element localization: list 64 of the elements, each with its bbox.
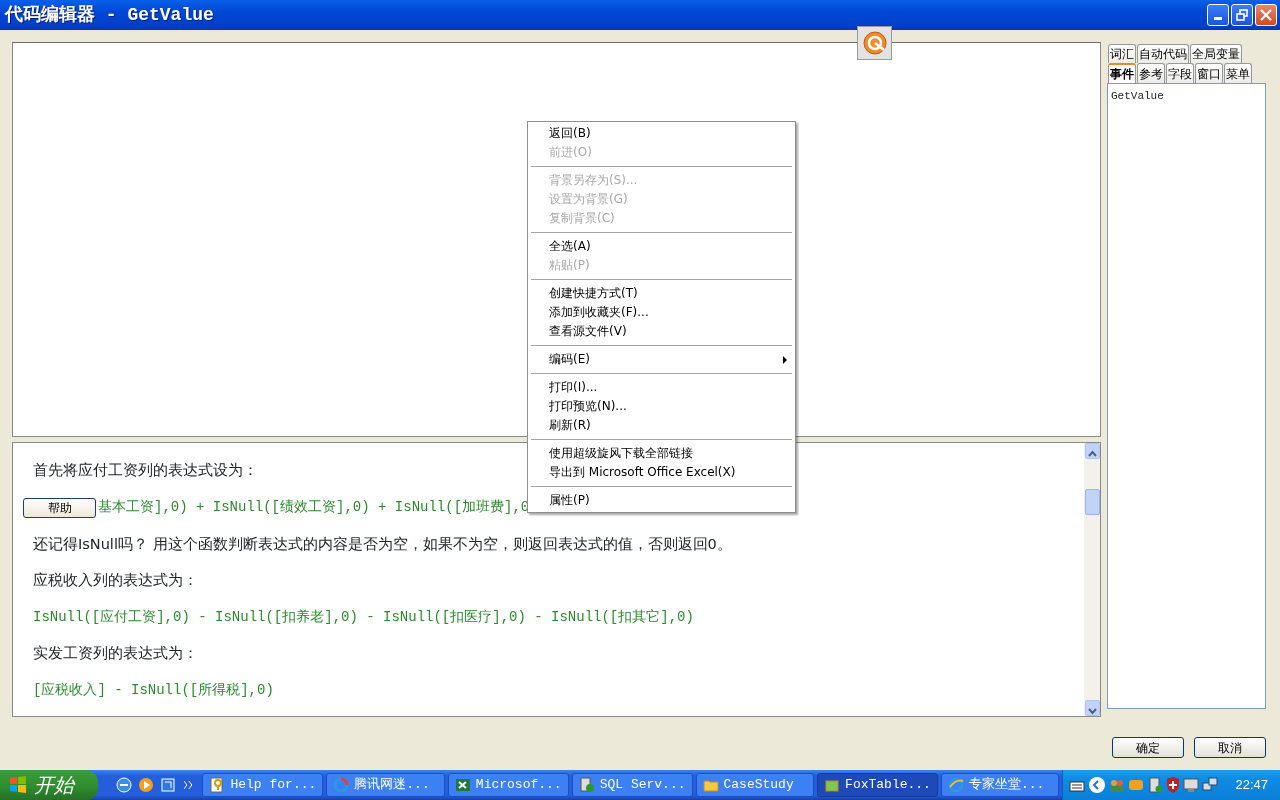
restore-icon	[1236, 9, 1248, 21]
list-item[interactable]: GetValue	[1111, 88, 1262, 105]
spreadsheet-icon	[454, 777, 471, 793]
monitor-icon[interactable]	[1183, 777, 1200, 793]
chevron-icon[interactable]	[183, 781, 193, 789]
taskbar-button[interactable]: SQL Serv...	[571, 773, 693, 797]
shield-icon[interactable]	[1166, 777, 1181, 793]
app-icon	[824, 777, 841, 793]
menu-item[interactable]: 全选(A)	[530, 237, 793, 256]
close-button[interactable]	[1255, 4, 1277, 26]
minimize-button[interactable]	[1207, 4, 1229, 26]
tab[interactable]: 字段	[1166, 63, 1194, 83]
menu-item[interactable]: 刷新(R)	[530, 416, 793, 435]
help-icon	[209, 777, 226, 793]
paragraph-text: 应税收入列的表达式为：	[32, 571, 198, 591]
paragraph-text: 还记得IsNull吗？ 用这个函数判断表达式的内容是否为空，如果不为空，则返回表达式的值，否则返回0。	[32, 534, 732, 554]
restore-button[interactable]	[1231, 4, 1253, 26]
help-button[interactable]: 帮助	[23, 497, 96, 518]
taskbar-button[interactable]: CaseStudy	[695, 773, 815, 797]
tab[interactable]: 窗口	[1195, 63, 1223, 83]
menu-item[interactable]: 创建快捷方式(T)	[530, 284, 793, 303]
folder-icon	[702, 777, 719, 793]
tab[interactable]: 全局变量	[1190, 44, 1242, 63]
scrollbar[interactable]	[1084, 443, 1100, 716]
windows-logo-icon	[8, 775, 28, 795]
keyboard-icon[interactable]	[1069, 778, 1086, 792]
database-icon	[578, 777, 595, 793]
menu-item[interactable]: 查看源文件(V)	[530, 322, 793, 341]
window-title: 代码编辑器 - GetValue	[5, 3, 214, 27]
tab[interactable]: 参考	[1137, 63, 1165, 83]
menu-item[interactable]: 打印(I)...	[530, 378, 793, 397]
tab[interactable]: 菜单	[1224, 63, 1252, 83]
tab[interactable]: 事件	[1108, 63, 1136, 83]
menu-item[interactable]: 添加到收藏夹(F)...	[530, 303, 793, 322]
dialog-button[interactable]: 确定	[1112, 737, 1184, 758]
minimize-icon	[1214, 17, 1222, 20]
menu-item[interactable]: 返回(B)	[530, 124, 793, 143]
menu-item[interactable]: 编码(E)	[549, 350, 590, 369]
scrollbar-thumb[interactable]	[1084, 489, 1100, 515]
taskbar-button[interactable]: 腾讯网迷...	[326, 773, 445, 797]
taskbar-button[interactable]: 专家坐堂...	[940, 773, 1060, 797]
start-button[interactable]: 开始	[0, 770, 98, 800]
server-icon[interactable]	[1147, 777, 1164, 793]
network-icon[interactable]	[1202, 777, 1219, 793]
toolbar-button[interactable]	[857, 26, 892, 60]
menu-item[interactable]: 打印预览(N)...	[530, 397, 793, 416]
menu-item[interactable]: 属性(P)	[530, 491, 793, 510]
code-line: IsNull([应付工资],0) - IsNull([扣养老],0) - IsNull([扣医疗],0) - IsNull([扣其它],0)	[32, 608, 694, 628]
code-line: [应税收入] - IsNull([所得税],0)	[32, 681, 274, 701]
paragraph-text: 首先将应付工资列的表达式设为：	[32, 461, 258, 481]
tab[interactable]: 自动代码	[1137, 44, 1189, 63]
tab[interactable]: 词汇	[1108, 44, 1136, 63]
close-icon	[1260, 9, 1272, 21]
dialog-button[interactable]: 取消	[1194, 737, 1266, 758]
paragraph-text: 实发工资列的表达式为：	[32, 644, 198, 664]
clock: 22:47	[1235, 776, 1268, 795]
app-icon	[333, 777, 350, 793]
taskbar-button[interactable]: Help for...	[202, 773, 324, 797]
taskbar-button[interactable]: FoxTable...	[817, 773, 938, 797]
taskbar-button[interactable]: Microsof...	[447, 773, 569, 797]
menu-item[interactable]: 导出到 Microsoft Office Excel(X)	[530, 463, 793, 482]
swirl-icon	[861, 30, 888, 56]
media-player-icon[interactable]	[137, 777, 154, 793]
menu-item[interactable]: 使用超级旋风下载全部链接	[530, 444, 793, 463]
